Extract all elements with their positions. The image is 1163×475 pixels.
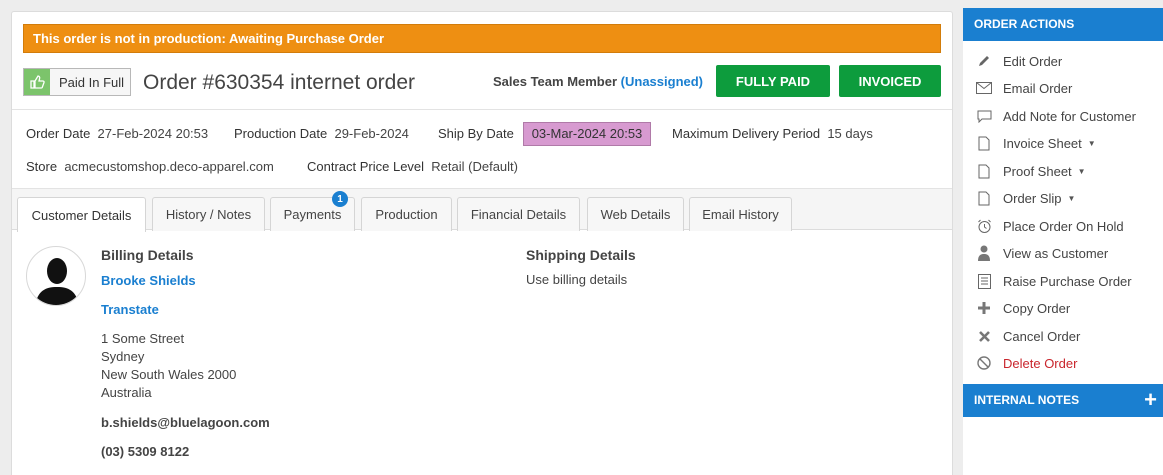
order-actions-sidebar: ORDER ACTIONS Edit Order Email Order Add… [963, 8, 1163, 475]
invoice-sheet-action[interactable]: Invoice Sheet ▼ [975, 133, 1096, 153]
list-document-icon [975, 273, 993, 289]
header-divider [12, 109, 952, 110]
view-as-customer-label: View as Customer [1003, 245, 1109, 261]
invoice-sheet-label: Invoice Sheet [1003, 135, 1082, 151]
customer-avatar [26, 246, 86, 306]
thumbs-up-icon [24, 69, 50, 95]
address-line-1: 1 Some Street [101, 331, 185, 346]
tab-web-details[interactable]: Web Details [587, 197, 684, 231]
address-line-2: Sydney [101, 349, 145, 364]
production-alert: This order is not in production: Awaitin… [23, 24, 941, 53]
tab-payments-label: Payments [283, 207, 342, 222]
production-date-value: 29-Feb-2024 [334, 126, 409, 141]
comment-icon [975, 108, 993, 124]
add-internal-note-button[interactable]: + [1144, 389, 1157, 411]
max-delivery-value: 15 days [827, 126, 873, 141]
production-date: Production Date 29-Feb-2024 [234, 126, 409, 142]
order-panel: This order is not in production: Awaitin… [11, 11, 953, 475]
ship-by-label: Ship By Date [438, 126, 514, 141]
company-link[interactable]: Transtate [101, 302, 159, 317]
fully-paid-button[interactable]: FULLY PAID [716, 65, 830, 97]
person-silhouette-icon [35, 258, 79, 305]
view-as-customer-action[interactable]: View as Customer [975, 243, 1108, 263]
ship-by-date-value: 03-Mar-2024 20:53 [523, 122, 651, 146]
customer-name-link[interactable]: Brooke Shields [101, 273, 196, 288]
customer-email: b.shields@bluelagoon.com [101, 415, 270, 430]
order-title: Order #630354 internet order [143, 71, 416, 94]
email-order-label: Email Order [1003, 80, 1073, 96]
proof-sheet-action[interactable]: Proof Sheet ▼ [975, 161, 1086, 181]
billing-heading: Billing Details [101, 247, 194, 263]
address-line-3: New South Wales 2000 [101, 367, 237, 382]
order-date-label: Order Date [26, 126, 91, 141]
cancel-order-label: Cancel Order [1003, 328, 1081, 344]
x-icon [975, 328, 993, 344]
alarm-clock-icon [975, 218, 993, 234]
sales-team-member: Sales Team Member (Unassigned) [493, 74, 703, 90]
tab-history-notes[interactable]: History / Notes [152, 197, 265, 231]
contract-price-level: Contract Price Level Retail (Default) [307, 159, 518, 175]
order-date-value: 27-Feb-2024 20:53 [97, 126, 209, 141]
copy-order-label: Copy Order [1003, 300, 1071, 316]
tab-email-history[interactable]: Email History [689, 197, 792, 231]
document-icon [975, 190, 993, 206]
place-on-hold-label: Place Order On Hold [1003, 218, 1124, 234]
caret-down-icon: ▼ [1077, 166, 1086, 176]
order-date: Order Date 27-Feb-2024 20:53 [26, 126, 208, 142]
order-slip-action[interactable]: Order Slip ▼ [975, 188, 1075, 208]
internal-notes-heading: INTERNAL NOTES + [963, 384, 1163, 417]
copy-order-action[interactable]: Copy Order [975, 298, 1070, 318]
add-note-action[interactable]: Add Note for Customer [975, 106, 1136, 126]
envelope-icon [975, 80, 993, 96]
customer-phone: (03) 5309 8122 [101, 444, 190, 459]
plus-icon [975, 300, 993, 316]
max-delivery: Maximum Delivery Period 15 days [672, 126, 873, 142]
document-icon [975, 135, 993, 151]
caret-down-icon: ▼ [1067, 193, 1076, 203]
store: Store acmecustomshop.deco-apparel.com [26, 159, 274, 175]
internal-notes-label: INTERNAL NOTES [974, 393, 1080, 407]
tab-financial-details[interactable]: Financial Details [457, 197, 580, 231]
invoiced-button[interactable]: INVOICED [839, 65, 941, 97]
cancel-order-action[interactable]: Cancel Order [975, 326, 1080, 346]
sales-team-link[interactable]: (Unassigned) [621, 74, 703, 89]
tab-production[interactable]: Production [361, 197, 452, 231]
store-label: Store [26, 159, 58, 174]
shipping-heading: Shipping Details [526, 247, 636, 263]
document-icon [975, 163, 993, 179]
email-order-action[interactable]: Email Order [975, 78, 1072, 98]
proof-sheet-label: Proof Sheet [1003, 163, 1072, 179]
production-date-label: Production Date [234, 126, 328, 141]
raise-purchase-order-action[interactable]: Raise Purchase Order [975, 271, 1132, 291]
add-note-label: Add Note for Customer [1003, 108, 1136, 124]
caret-down-icon: ▼ [1087, 138, 1096, 148]
address-line-4: Australia [101, 385, 152, 400]
shipping-text: Use billing details [526, 272, 628, 287]
raise-purchase-order-label: Raise Purchase Order [1003, 273, 1132, 289]
user-icon [975, 245, 993, 261]
tab-customer-details[interactable]: Customer Details [17, 197, 146, 232]
contract-label: Contract Price Level [307, 159, 425, 174]
edit-order-label: Edit Order [1003, 53, 1063, 69]
place-on-hold-action[interactable]: Place Order On Hold [975, 216, 1124, 236]
max-delivery-label: Maximum Delivery Period [672, 126, 821, 141]
delete-order-label: Delete Order [1003, 355, 1078, 371]
edit-order-action[interactable]: Edit Order [975, 51, 1062, 71]
order-actions-heading: ORDER ACTIONS [963, 8, 1163, 41]
order-slip-label: Order Slip [1003, 190, 1062, 206]
paid-in-full-label: Paid In Full [59, 74, 125, 90]
tab-payments[interactable]: Payments 1 [270, 191, 355, 231]
sales-team-label: Sales Team Member [493, 74, 618, 89]
store-value: acmecustomshop.deco-apparel.com [64, 159, 274, 174]
contract-value: Retail (Default) [431, 159, 518, 174]
pencil-icon [975, 53, 993, 69]
delete-order-action[interactable]: Delete Order [975, 353, 1077, 373]
payments-count-badge: 1 [332, 191, 348, 207]
paid-in-full-badge: Paid In Full [23, 68, 131, 96]
order-tabs: Customer Details History / Notes Payment… [12, 188, 952, 232]
ban-icon [975, 355, 993, 371]
